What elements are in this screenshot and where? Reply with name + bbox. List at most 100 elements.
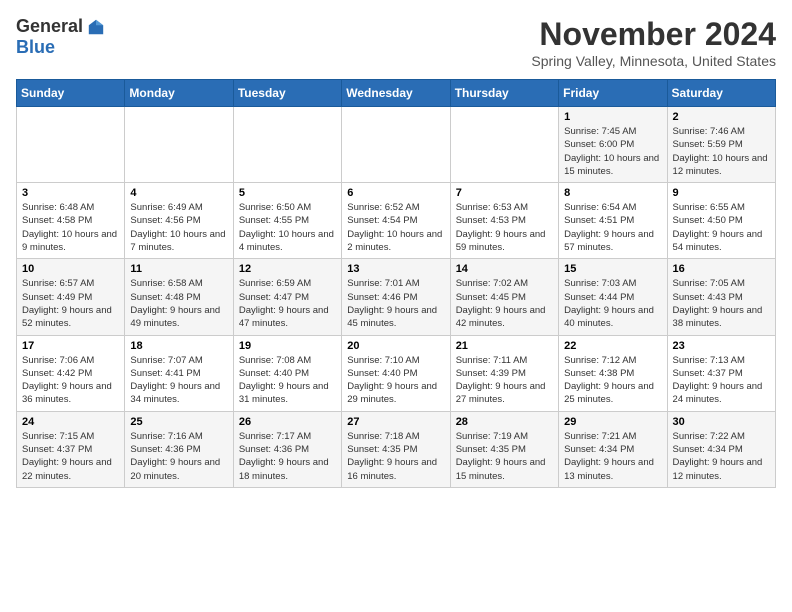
day-number: 24: [22, 416, 119, 428]
calendar-cell: 13 Sunrise: 7:01 AM Sunset: 4:46 PM Dayli…: [342, 259, 450, 335]
calendar-cell: [450, 107, 558, 183]
day-info: Sunrise: 7:22 AM Sunset: 4:34 PM Dayligh…: [673, 430, 770, 483]
day-of-week-header: Sunday: [17, 80, 125, 107]
day-info: Sunrise: 7:11 AM Sunset: 4:39 PM Dayligh…: [456, 354, 553, 407]
calendar-cell: 25 Sunrise: 7:16 AM Sunset: 4:36 PM Dayli…: [125, 411, 233, 487]
calendar-cell: 6 Sunrise: 6:52 AM Sunset: 4:54 PM Daylig…: [342, 183, 450, 259]
day-info: Sunrise: 7:45 AM Sunset: 6:00 PM Dayligh…: [564, 125, 661, 178]
calendar-cell: 22Sunrise: 7:12 AM Sunset: 4:38 PM Dayli…: [559, 335, 667, 411]
calendar-cell: 4 Sunrise: 6:49 AM Sunset: 4:56 PM Daylig…: [125, 183, 233, 259]
day-info: Sunrise: 7:05 AM Sunset: 4:43 PM Dayligh…: [673, 277, 770, 330]
calendar-cell: 11 Sunrise: 6:58 AM Sunset: 4:48 PM Dayli…: [125, 259, 233, 335]
day-number: 28: [456, 416, 553, 428]
day-number: 29: [564, 416, 661, 428]
day-info: Sunrise: 7:12 AM Sunset: 4:38 PM Dayligh…: [564, 354, 661, 407]
day-of-week-header: Thursday: [450, 80, 558, 107]
day-number: 16: [673, 263, 770, 275]
logo-general-text: General: [16, 16, 83, 37]
day-info: Sunrise: 6:54 AM Sunset: 4:51 PM Dayligh…: [564, 201, 661, 254]
calendar-cell: 20Sunrise: 7:10 AM Sunset: 4:40 PM Dayli…: [342, 335, 450, 411]
month-title: November 2024: [531, 16, 776, 53]
calendar-cell: 19Sunrise: 7:08 AM Sunset: 4:40 PM Dayli…: [233, 335, 341, 411]
day-info: Sunrise: 6:57 AM Sunset: 4:49 PM Dayligh…: [22, 277, 119, 330]
day-info: Sunrise: 7:06 AM Sunset: 4:42 PM Dayligh…: [22, 354, 119, 407]
day-number: 13: [347, 263, 444, 275]
calendar-cell: [233, 107, 341, 183]
calendar-cell: 14Sunrise: 7:02 AM Sunset: 4:45 PM Dayli…: [450, 259, 558, 335]
calendar-cell: 28 Sunrise: 7:19 AM Sunset: 4:35 PM Dayli…: [450, 411, 558, 487]
calendar-cell: [125, 107, 233, 183]
day-number: 11: [130, 263, 227, 275]
day-info: Sunrise: 7:17 AM Sunset: 4:36 PM Dayligh…: [239, 430, 336, 483]
day-number: 27: [347, 416, 444, 428]
day-number: 20: [347, 340, 444, 352]
calendar-cell: 8 Sunrise: 6:54 AM Sunset: 4:51 PM Daylig…: [559, 183, 667, 259]
calendar-cell: 10Sunrise: 6:57 AM Sunset: 4:49 PM Dayli…: [17, 259, 125, 335]
day-number: 25: [130, 416, 227, 428]
day-of-week-header: Tuesday: [233, 80, 341, 107]
calendar-cell: 26 Sunrise: 7:17 AM Sunset: 4:36 PM Dayli…: [233, 411, 341, 487]
day-info: Sunrise: 7:07 AM Sunset: 4:41 PM Dayligh…: [130, 354, 227, 407]
day-of-week-header: Saturday: [667, 80, 775, 107]
day-info: Sunrise: 6:53 AM Sunset: 4:53 PM Dayligh…: [456, 201, 553, 254]
day-number: 4: [130, 187, 227, 199]
day-info: Sunrise: 7:19 AM Sunset: 4:35 PM Dayligh…: [456, 430, 553, 483]
calendar-cell: 3 Sunrise: 6:48 AM Sunset: 4:58 PM Daylig…: [17, 183, 125, 259]
logo-blue-text: Blue: [16, 37, 55, 58]
day-of-week-header: Friday: [559, 80, 667, 107]
day-info: Sunrise: 6:52 AM Sunset: 4:54 PM Dayligh…: [347, 201, 444, 254]
day-number: 9: [673, 187, 770, 199]
day-of-week-header: Wednesday: [342, 80, 450, 107]
day-info: Sunrise: 6:49 AM Sunset: 4:56 PM Dayligh…: [130, 201, 227, 254]
day-info: Sunrise: 7:18 AM Sunset: 4:35 PM Dayligh…: [347, 430, 444, 483]
day-number: 7: [456, 187, 553, 199]
day-info: Sunrise: 6:50 AM Sunset: 4:55 PM Dayligh…: [239, 201, 336, 254]
calendar-cell: 24 Sunrise: 7:15 AM Sunset: 4:37 PM Dayli…: [17, 411, 125, 487]
logo: General Blue: [16, 16, 105, 58]
day-number: 18: [130, 340, 227, 352]
day-info: Sunrise: 6:58 AM Sunset: 4:48 PM Dayligh…: [130, 277, 227, 330]
title-block: November 2024 Spring Valley, Minnesota, …: [531, 16, 776, 69]
day-number: 6: [347, 187, 444, 199]
day-of-week-header: Monday: [125, 80, 233, 107]
day-info: Sunrise: 7:15 AM Sunset: 4:37 PM Dayligh…: [22, 430, 119, 483]
day-number: 26: [239, 416, 336, 428]
day-number: 23: [673, 340, 770, 352]
day-info: Sunrise: 6:48 AM Sunset: 4:58 PM Dayligh…: [22, 201, 119, 254]
calendar-cell: 21 Sunrise: 7:11 AM Sunset: 4:39 PM Dayli…: [450, 335, 558, 411]
day-number: 3: [22, 187, 119, 199]
calendar-cell: 9Sunrise: 6:55 AM Sunset: 4:50 PM Daylig…: [667, 183, 775, 259]
day-number: 2: [673, 111, 770, 123]
day-info: Sunrise: 7:08 AM Sunset: 4:40 PM Dayligh…: [239, 354, 336, 407]
logo-icon: [87, 18, 105, 36]
day-number: 21: [456, 340, 553, 352]
calendar-cell: 15 Sunrise: 7:03 AM Sunset: 4:44 PM Dayli…: [559, 259, 667, 335]
calendar-header: SundayMondayTuesdayWednesdayThursdayFrid…: [17, 80, 776, 107]
calendar-cell: 18 Sunrise: 7:07 AM Sunset: 4:41 PM Dayli…: [125, 335, 233, 411]
day-info: Sunrise: 7:03 AM Sunset: 4:44 PM Dayligh…: [564, 277, 661, 330]
calendar-cell: 12 Sunrise: 6:59 AM Sunset: 4:47 PM Dayli…: [233, 259, 341, 335]
day-number: 30: [673, 416, 770, 428]
calendar-cell: 27 Sunrise: 7:18 AM Sunset: 4:35 PM Dayli…: [342, 411, 450, 487]
calendar-cell: 5Sunrise: 6:50 AM Sunset: 4:55 PM Daylig…: [233, 183, 341, 259]
calendar-body: 1 Sunrise: 7:45 AM Sunset: 6:00 PM Daylig…: [17, 107, 776, 488]
calendar-cell: 17 Sunrise: 7:06 AM Sunset: 4:42 PM Dayli…: [17, 335, 125, 411]
calendar-week-row: 17 Sunrise: 7:06 AM Sunset: 4:42 PM Dayli…: [17, 335, 776, 411]
day-info: Sunrise: 7:01 AM Sunset: 4:46 PM Dayligh…: [347, 277, 444, 330]
day-number: 17: [22, 340, 119, 352]
day-number: 8: [564, 187, 661, 199]
page-header: General Blue November 2024 Spring Valley…: [16, 16, 776, 69]
day-info: Sunrise: 7:16 AM Sunset: 4:36 PM Dayligh…: [130, 430, 227, 483]
day-number: 1: [564, 111, 661, 123]
day-info: Sunrise: 7:02 AM Sunset: 4:45 PM Dayligh…: [456, 277, 553, 330]
calendar-cell: 23Sunrise: 7:13 AM Sunset: 4:37 PM Dayli…: [667, 335, 775, 411]
calendar-cell: 29Sunrise: 7:21 AM Sunset: 4:34 PM Dayli…: [559, 411, 667, 487]
calendar-week-row: 3 Sunrise: 6:48 AM Sunset: 4:58 PM Daylig…: [17, 183, 776, 259]
calendar-cell: 2Sunrise: 7:46 AM Sunset: 5:59 PM Daylig…: [667, 107, 775, 183]
day-number: 15: [564, 263, 661, 275]
calendar-week-row: 24 Sunrise: 7:15 AM Sunset: 4:37 PM Dayli…: [17, 411, 776, 487]
calendar-cell: 16 Sunrise: 7:05 AM Sunset: 4:43 PM Dayli…: [667, 259, 775, 335]
calendar-week-row: 10Sunrise: 6:57 AM Sunset: 4:49 PM Dayli…: [17, 259, 776, 335]
day-number: 12: [239, 263, 336, 275]
day-info: Sunrise: 6:59 AM Sunset: 4:47 PM Dayligh…: [239, 277, 336, 330]
